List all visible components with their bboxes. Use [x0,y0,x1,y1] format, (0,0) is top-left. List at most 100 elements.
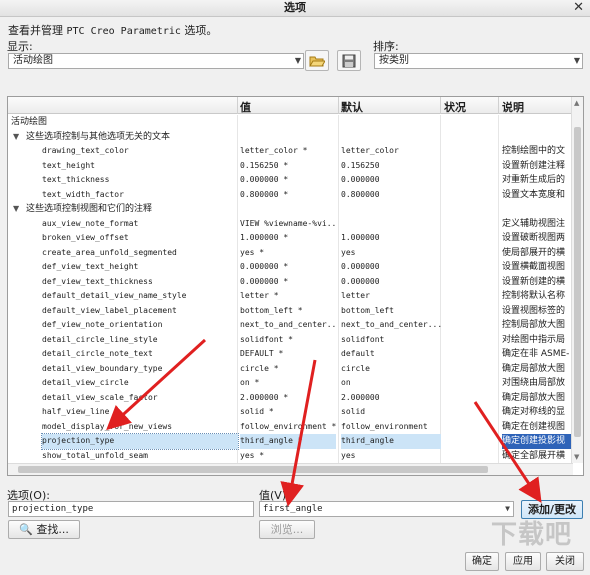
option-description: 确定局部放大图 [502,392,566,403]
option-value: 0.156250 * [240,160,289,170]
table-row[interactable]: show_total_unfold_seam yes * yes 确定全部展开横 [8,449,573,464]
table-row[interactable]: aux_view_note_format VIEW %viewname-%vi.… [8,217,573,232]
option-description: 确定在创建视图 [502,421,566,432]
option-default: 2.000000 [341,392,380,402]
option-value: yes * [240,450,265,460]
table-row[interactable]: drawing_text_color letter_color * letter… [8,144,573,159]
table-row[interactable]: half_view_line solid * solid 确定对称线的显 [8,405,573,420]
option-value: on * [240,378,260,387]
save-icon[interactable] [337,50,361,71]
option-description: 控制局部放大图 [502,320,566,330]
option-default: 0.156250 [341,160,380,170]
table-row[interactable]: broken_view_offset 1.000000 * 1.000000 设… [8,231,573,246]
table-row[interactable]: text_thickness 0.000000 * 0.000000 对重新生成… [8,173,573,188]
table-row[interactable]: default_detail_view_name_style letter * … [8,289,573,304]
manage-suffix: 选项。 [184,24,218,37]
table-row[interactable]: projection_type third_angle * third_angl… [8,433,573,450]
table-row[interactable]: default_view_label_placement bottom_left… [8,304,573,319]
option-default: yes [341,247,356,257]
option-value: 0.000000 * [240,276,289,286]
chevron-down-icon: ▼ [294,56,301,65]
folder-open-icon[interactable] [305,50,329,71]
option-field[interactable]: projection_type [8,501,254,517]
collapse-icon[interactable]: ▼ [13,202,19,217]
option-name: create_area_unfold_segmented [42,247,177,257]
close-icon[interactable]: ✕ [573,0,584,16]
option-default: 0.000000 [341,262,380,271]
table-row[interactable]: detail_view_boundary_type circle * circl… [8,362,573,377]
option-value: circle * [240,363,279,373]
options-table: 值 默认 状况 说明 活动绘图 ▼ 这些选项控制与其他选项无关的文本 drawin… [7,96,584,476]
value-field[interactable]: first_angle ▼ [259,501,514,517]
table-row[interactable]: def_view_text_height 0.000000 * 0.000000… [8,260,573,275]
show-dropdown[interactable]: 活动绘图 ▼ [8,53,304,69]
option-description: 使局部展开的横 [502,247,566,258]
table-row[interactable]: detail_view_scale_factor 2.000000 * 2.00… [8,391,573,406]
scroll-down-icon[interactable]: ▼ [574,453,579,461]
column-header-description[interactable]: 说明 [502,99,524,115]
find-button[interactable]: 🔍 查找... [8,520,80,539]
table-row[interactable]: text_height 0.156250 * 0.156250 设置新创建注释 [8,159,573,174]
option-name: broken_view_offset [42,233,129,242]
option-description: 设置横截面视图 [502,262,566,272]
column-header-value[interactable]: 值 [240,99,251,115]
option-default: letter [341,291,370,300]
sort-dropdown[interactable]: 按类别 ▼ [374,53,583,69]
option-description: 确定对称线的显 [502,407,566,417]
table-row[interactable]: model_display_for_new_views follow_envir… [8,420,573,435]
table-row[interactable]: detail_circle_note_text DEFAULT * defaul… [8,347,573,362]
option-name: detail_view_circle [42,378,129,387]
tree-group-row[interactable]: ▼ 这些选项控制与其他选项无关的文本 [8,130,573,145]
table-row[interactable]: text_width_factor 0.800000 * 0.800000 设置… [8,188,573,203]
scroll-thumb[interactable] [574,127,581,437]
sort-label: 排序: [373,40,399,53]
search-icon: 🔍 [19,523,33,536]
option-description: 设置破断视图两 [502,233,566,243]
option-default: 0.800000 [341,189,380,199]
browse-button[interactable]: 浏览... [259,520,315,539]
option-default: bottom_left [341,305,394,315]
tree-root-row[interactable]: 活动绘图 [8,115,573,130]
table-row[interactable]: create_area_unfold_segmented yes * yes 使… [8,246,573,261]
table-row[interactable]: detail_view_circle on * on 对围绕由局部放 [8,376,573,391]
option-value: bottom_left * [240,305,303,315]
close-button[interactable]: 关闭 [546,552,584,571]
option-value: follow_environment * [240,421,336,431]
option-name: default_detail_view_name_style [42,291,187,300]
tree-group-row[interactable]: ▼ 这些选项控制视图和它们的注释 [8,202,573,217]
option-default: third_angle [341,434,441,449]
option-description: 对重新生成后的 [502,175,566,185]
option-value: next_to_and_center... [240,320,336,329]
option-name: drawing_text_color [42,146,129,155]
chevron-down-icon: ▼ [573,56,580,65]
option-name: detail_view_scale_factor [42,392,158,402]
scroll-up-icon[interactable]: ▲ [574,99,579,107]
table-row[interactable]: def_view_text_thickness 0.000000 * 0.000… [8,275,573,290]
ok-button[interactable]: 确定 [465,552,499,571]
apply-button[interactable]: 应用 [505,552,541,571]
manage-description: 查看并管理 PTC Creo Parametric 选项。 [8,22,217,38]
option-name: detail_view_boundary_type [42,363,163,373]
horizontal-scrollbar[interactable] [8,463,573,475]
option-name: half_view_line [42,407,110,416]
column-header-status[interactable]: 状况 [444,99,466,115]
option-name: text_height [42,160,95,170]
show-label: 显示: [7,40,33,53]
window-titlebar: 选项 ✕ [0,0,590,17]
collapse-icon[interactable]: ▼ [13,130,19,145]
option-description: 设置视图标签的 [502,305,566,316]
vertical-scrollbar[interactable]: ▲ ▼ [571,97,583,463]
option-description: 设置文本宽度和 [502,189,566,200]
tree-root-label: 活动绘图 [11,117,48,127]
scroll-thumb[interactable] [18,466,488,473]
table-row[interactable]: def_view_note_orientation next_to_and_ce… [8,318,573,333]
tree-group-label: 这些选项控制视图和它们的注释 [26,204,153,214]
option-value: solid * [240,407,274,416]
column-header-default[interactable]: 默认 [341,99,363,115]
option-description: 确定局部放大图 [502,363,566,374]
option-value: 1.000000 * [240,233,289,242]
option-description: 对围绕由局部放 [502,378,566,388]
option-description: 确定创建投影视 [502,434,572,449]
option-default: on [341,378,351,387]
table-row[interactable]: detail_circle_line_style solidfont * sol… [8,333,573,348]
